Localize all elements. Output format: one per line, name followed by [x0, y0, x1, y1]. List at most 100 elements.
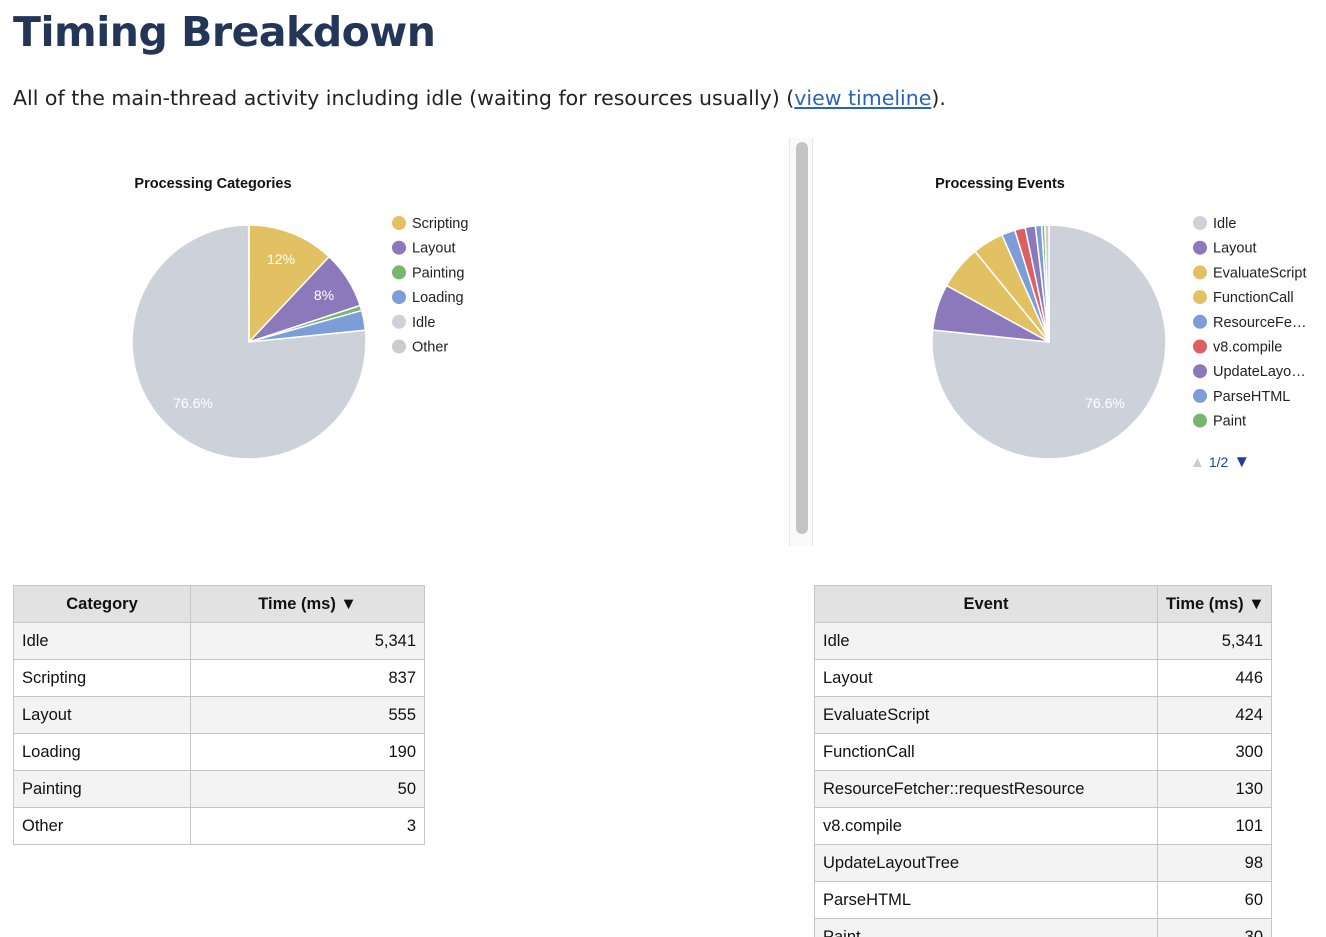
intro-text-start: All of the main-thread activity includin…: [13, 86, 795, 110]
events-legend-marker-resourcefetcher-requestresource: [1193, 314, 1207, 329]
processing-events-chart: Processing Events 76.6% Idle Layout Evalua…: [931, 176, 1307, 460]
intro-text: All of the main-thread activity includin…: [13, 86, 946, 110]
category-name-cell: Loading: [13, 733, 191, 771]
categories-legend-item-scripting[interactable]: Scripting: [412, 216, 468, 232]
categories-legend-marker-other: [392, 339, 406, 354]
table-header-row: Category Time (ms) ▼: [13, 585, 425, 623]
categories-legend-marker-painting: [392, 265, 406, 280]
categories-legend-item-painting[interactable]: Painting: [412, 265, 464, 281]
triangle-up-icon[interactable]: ▲: [1190, 454, 1205, 471]
intro-text-end: ).: [931, 86, 946, 110]
event-name-cell: Layout: [814, 659, 1158, 697]
event-time-cell: 60: [1157, 881, 1272, 919]
events-legend-marker-layout: [1193, 240, 1207, 255]
category-column-header[interactable]: Category: [13, 585, 191, 623]
categories-legend-item-loading[interactable]: Loading: [412, 290, 464, 306]
event-name-cell: v8.compile: [814, 807, 1158, 845]
events-legend-marker-updatelayouttree: [1193, 364, 1207, 379]
events-table: Event Time (ms) ▼ Idle 5,341 Layout 446 Eval…: [814, 585, 1272, 937]
table-row[interactable]: Painting 50: [13, 770, 425, 808]
page-title: Timing Breakdown: [13, 8, 436, 56]
processing-categories-title: Processing Categories: [134, 176, 291, 192]
time-column-header[interactable]: Time (ms) ▼: [190, 585, 425, 623]
categories-legend-marker-loading: [392, 290, 406, 305]
category-time-cell: 555: [190, 696, 425, 734]
events-legend-item-parsehtml[interactable]: ParseHTML: [1213, 389, 1290, 405]
events-table-viewport: Event Time (ms) ▼ Idle 5,341 Layout 446 Eval…: [814, 585, 1274, 937]
table-row[interactable]: Scripting 837: [13, 659, 425, 697]
events-legend-marker-functioncall: [1193, 290, 1207, 305]
category-name-cell: Other: [13, 807, 191, 845]
legend-page-indicator: 1/2: [1208, 454, 1229, 470]
category-time-cell: 190: [190, 733, 425, 771]
events-legend-marker-evaluatescript: [1193, 265, 1207, 280]
category-time-cell: 50: [190, 770, 425, 808]
table-row[interactable]: FunctionCall 300: [814, 733, 1272, 771]
table-row[interactable]: Layout 555: [13, 696, 425, 734]
events-legend-item-functioncall[interactable]: FunctionCall: [1213, 290, 1294, 306]
events-legend-item-layout[interactable]: Layout: [1213, 241, 1257, 257]
event-time-cell: 30: [1157, 918, 1272, 937]
event-name-cell: UpdateLayoutTree: [814, 844, 1158, 882]
categories-legend-marker-scripting: [392, 216, 406, 230]
events-legend-item-idle[interactable]: Idle: [1213, 216, 1236, 232]
table-row[interactable]: UpdateLayoutTree 98: [814, 844, 1272, 882]
event-time-cell: 101: [1157, 807, 1272, 845]
events-legend-item-v8-compile[interactable]: v8.compile: [1213, 340, 1282, 356]
events-legend-item-paint[interactable]: Paint: [1213, 414, 1246, 430]
category-time-cell: 3: [190, 807, 425, 845]
categories-legend-marker-layout: [392, 240, 406, 255]
events-legend-marker-v8-compile: [1193, 339, 1207, 354]
table-row[interactable]: EvaluateScript 424: [814, 696, 1272, 734]
table-row[interactable]: Loading 190: [13, 733, 425, 771]
category-time-cell: 5,341: [190, 622, 425, 660]
events-legend-item-evaluatescript[interactable]: EvaluateScript: [1213, 265, 1307, 281]
category-time-cell: 837: [190, 659, 425, 697]
event-name-cell: ResourceFetcher::requestResource: [814, 770, 1158, 808]
event-column-header[interactable]: Event: [814, 585, 1158, 623]
event-time-column-header[interactable]: Time (ms) ▼: [1157, 585, 1272, 623]
event-name-cell: Idle: [814, 622, 1158, 660]
category-name-cell: Painting: [13, 770, 191, 808]
event-time-cell: 446: [1157, 659, 1272, 697]
table-row[interactable]: ResourceFetcher::requestResource 130: [814, 770, 1272, 808]
event-name-cell: Paint: [814, 918, 1158, 937]
panel-scrollbar[interactable]: [789, 138, 813, 546]
category-name-cell: Idle: [13, 622, 191, 660]
slice-label-idle: 76.6%: [173, 395, 213, 411]
triangle-down-icon[interactable]: ▼: [1233, 452, 1250, 472]
event-name-cell: FunctionCall: [814, 733, 1158, 771]
view-timeline-link[interactable]: view timeline: [794, 86, 931, 110]
event-time-cell: 300: [1157, 733, 1272, 771]
events-legend-item-updatelayouttree[interactable]: UpdateLayo…: [1213, 364, 1306, 380]
categories-table: Category Time (ms) ▼ Idle 5,341 Scripting 8…: [13, 585, 425, 845]
slice-label-layout: 8%: [314, 287, 334, 303]
events-legend-item-resourcefetcher-requestresource[interactable]: ResourceFe…: [1213, 315, 1306, 331]
table-row[interactable]: ParseHTML 60: [814, 881, 1272, 919]
scrollbar-thumb[interactable]: [796, 142, 808, 534]
processing-categories-chart: Processing Categories 12% 8% 76.6% Scrip…: [131, 176, 468, 460]
table-row[interactable]: v8.compile 101: [814, 807, 1272, 845]
category-name-cell: Layout: [13, 696, 191, 734]
events-legend-marker-parsehtml: [1193, 388, 1207, 403]
categories-legend-item-layout[interactable]: Layout: [412, 241, 456, 257]
categories-legend-item-other[interactable]: Other: [412, 340, 448, 356]
event-name-cell: EvaluateScript: [814, 696, 1158, 734]
table-row[interactable]: Other 3: [13, 807, 425, 845]
event-time-cell: 424: [1157, 696, 1272, 734]
categories-legend-marker-idle: [392, 314, 406, 329]
categories-legend-item-idle[interactable]: Idle: [412, 315, 435, 331]
category-name-cell: Scripting: [13, 659, 191, 697]
table-row[interactable]: Idle 5,341: [13, 622, 425, 660]
table-header-row: Event Time (ms) ▼: [814, 585, 1272, 623]
table-row[interactable]: Idle 5,341: [814, 622, 1272, 660]
processing-events-title: Processing Events: [935, 176, 1065, 192]
event-time-cell: 130: [1157, 770, 1272, 808]
table-row[interactable]: Paint 30: [814, 918, 1272, 937]
legend-pager: ▲ 1/2 ▼: [1190, 452, 1250, 472]
table-row[interactable]: Layout 446: [814, 659, 1272, 697]
event-time-cell: 5,341: [1157, 622, 1272, 660]
event-time-cell: 98: [1157, 844, 1272, 882]
events-legend-marker-paint: [1193, 413, 1207, 428]
event-name-cell: ParseHTML: [814, 881, 1158, 919]
